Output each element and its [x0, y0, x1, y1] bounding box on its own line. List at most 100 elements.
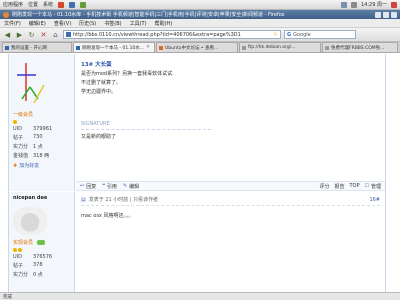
search-placeholder[interactable]: Google [293, 32, 311, 38]
stat-uid: UID 376576 [13, 254, 53, 260]
edit-icon: ✎ [122, 183, 128, 189]
tab-close-icon[interactable]: ✕ [146, 45, 150, 50]
stat-power: 实力分 1 点 [13, 144, 43, 150]
reply-button[interactable]: ↩ 回复 [80, 183, 96, 190]
gnome-top-panel: 应用程序 位置 系统 14:29 周一 [0, 0, 400, 10]
reply-icon: ↩ [80, 183, 85, 189]
post-line: 不过删了就算了。 [81, 80, 122, 86]
network-icon[interactable] [341, 1, 347, 8]
thread-posts: 一级会员 UID 379961 帖子 730 实力分 1 点 金钱值 318 两… [8, 54, 386, 292]
reload-button[interactable]: ↻ [27, 30, 36, 39]
rank-stars [13, 120, 70, 124]
tab-favicon-icon [76, 45, 80, 50]
menu-history[interactable]: 历史(S) [79, 20, 96, 27]
tab-label: ftp://hk.debian.org/... [248, 45, 296, 50]
signature-label: SIGNATURE [81, 121, 110, 127]
stat-posts: 帖子 730 [13, 134, 43, 141]
tab-label: 我的设置 - 开心网 [11, 45, 47, 51]
signature-text: 又是新的眼助了 [81, 134, 117, 140]
minimize-button[interactable] [375, 11, 381, 18]
post-icon: ▤ [81, 196, 86, 203]
tab-kaixin[interactable]: 我的设置 - 开心网 [2, 42, 72, 52]
tab-ubuntu-forum[interactable]: Ubuntu中文论坛 • 查看... [156, 42, 238, 52]
applications-menu[interactable]: 应用程序 [3, 1, 23, 8]
stat-uid: UID 379961 [13, 126, 53, 132]
post-meta: ▤ 发表于 21 小时前 | 只看该作者 16# [81, 196, 380, 206]
menu-tools[interactable]: 工具(T) [130, 20, 147, 27]
tab-current-thread[interactable]: 刚刚发现一个本马 - 01.10水... ✕ [73, 42, 155, 52]
tab-frbbs-proxy[interactable]: 免费代理FRBBS.COM免... [322, 42, 398, 52]
report-link[interactable]: 报告 [334, 183, 344, 190]
rate-link[interactable]: 评分 [319, 183, 329, 190]
avatar[interactable] [16, 61, 46, 107]
system-menu[interactable]: 系统 [43, 1, 53, 8]
add-friend-link[interactable]: ✚ 加为好友 [13, 162, 70, 170]
url-bar[interactable]: http://bbs.0110.cn/viewthread.php?tid=40… [63, 30, 281, 39]
search-box[interactable]: G Google [284, 30, 356, 39]
online-badge [36, 240, 45, 245]
close-window-button[interactable] [391, 11, 397, 18]
top-link[interactable]: TOP [349, 183, 359, 190]
tab-favicon-icon [159, 45, 163, 50]
user-title: 实现会员 [13, 239, 70, 246]
google-search-icon: G [287, 31, 292, 38]
forward-button[interactable]: ▶ [15, 30, 24, 39]
menu-bookmarks[interactable]: 书签(B) [104, 20, 121, 27]
volume-icon[interactable] [351, 1, 357, 8]
post1-author-panel: 一级会员 UID 379961 帖子 730 实力分 1 点 金钱值 318 两… [9, 54, 75, 191]
stat-posts: 帖子 378 [13, 262, 43, 269]
post-line: 学无边疆界中。 [81, 89, 117, 95]
user-title: 一级会员 [13, 112, 34, 118]
tab-favicon-icon [242, 45, 246, 50]
status-text: 完成 [3, 294, 12, 300]
clock[interactable]: 14:29 周一 [361, 1, 387, 8]
tab-favicon-icon [5, 45, 9, 50]
home-button[interactable]: ⌂ [51, 30, 60, 39]
menu-edit[interactable]: 编辑(E) [29, 20, 46, 27]
maximize-button[interactable] [383, 11, 389, 18]
power-icon[interactable] [391, 1, 397, 8]
edit-button[interactable]: ✎ 编辑 [123, 183, 139, 190]
floor-number[interactable]: 16# [369, 197, 380, 203]
tab-label: Ubuntu中文论坛 • 查看... [165, 45, 219, 51]
tab-debian-ftp[interactable]: ftp://hk.debian.org/... [239, 42, 321, 52]
stop-button[interactable]: ✕ [39, 30, 48, 39]
site-favicon-icon [66, 32, 71, 37]
status-bar: 完成 [0, 292, 400, 300]
tab-label: 免费代理FRBBS.COM免... [331, 45, 385, 51]
firefox-icon [3, 11, 9, 18]
manage-button[interactable]: ☐ 管理 [365, 183, 382, 190]
stat-power: 实力分 0 点 [13, 272, 43, 278]
tab-label: 刚刚发现一个本马 - 01.10水... [82, 45, 145, 51]
url-text[interactable]: http://bbs.0110.cn/viewthread.php?tid=40… [73, 32, 241, 38]
rank-star-icon [18, 248, 22, 252]
tab-bar: 我的设置 - 开心网 刚刚发现一个本马 - 01.10水... ✕ Ubuntu… [0, 42, 400, 53]
quote-button[interactable]: ❝ 引用 [102, 183, 117, 190]
signature-divider [81, 129, 211, 130]
post-meta-text: 发表于 21 小时前 | 只看该作者 [88, 197, 159, 203]
post1-body: 13# 大长蛋 是否为mod系列？另换一套我毒软体试试. 不过删了就算了。 学无… [76, 54, 385, 180]
menu-view[interactable]: 查看(V) [54, 20, 71, 27]
post2-body: ▤ 发表于 21 小时前 | 只看该作者 16# mac osx 风格啊还。。。 [76, 193, 385, 292]
quote-icon: ❝ [102, 183, 105, 189]
menu-bar: 文件(F) 编辑(E) 查看(V) 历史(S) 书签(B) 工具(T) 帮助(H… [0, 19, 400, 28]
avatar[interactable] [13, 207, 47, 235]
menu-file[interactable]: 文件(F) [4, 20, 21, 27]
window-title-bar: 刚刚发现一个本马 - 01.10水库 - 手机技术街 手机频道|智能手机|三门|… [0, 10, 400, 19]
tab-favicon-icon [325, 45, 329, 50]
rank-stars [13, 248, 70, 252]
post-line: 是否为mod系列？另换一套我毒软体试试. [81, 71, 174, 77]
email-launcher-icon[interactable] [69, 1, 76, 8]
post2-author-panel: nicepan dee 实现会员 UID 376576 帖子 378 实力分 0… [9, 192, 75, 292]
username[interactable]: nicepan dee [13, 195, 70, 201]
navigation-toolbar: ◀ ▶ ↻ ✕ ⌂ http://bbs.0110.cn/viewthread.… [0, 28, 400, 42]
stat-coin: 金钱值 318 两 [13, 153, 50, 159]
places-menu[interactable]: 位置 [28, 1, 38, 8]
menu-help[interactable]: 帮助(H) [155, 20, 173, 27]
back-button[interactable]: ◀ [3, 30, 12, 39]
bookmark-star-icon[interactable]: ☆ [273, 31, 278, 38]
help-launcher-icon[interactable] [80, 1, 87, 8]
firefox-launcher-icon[interactable] [58, 1, 65, 8]
post-title: 13# 大长蛋 [81, 62, 112, 68]
rank-star-icon [13, 120, 17, 124]
